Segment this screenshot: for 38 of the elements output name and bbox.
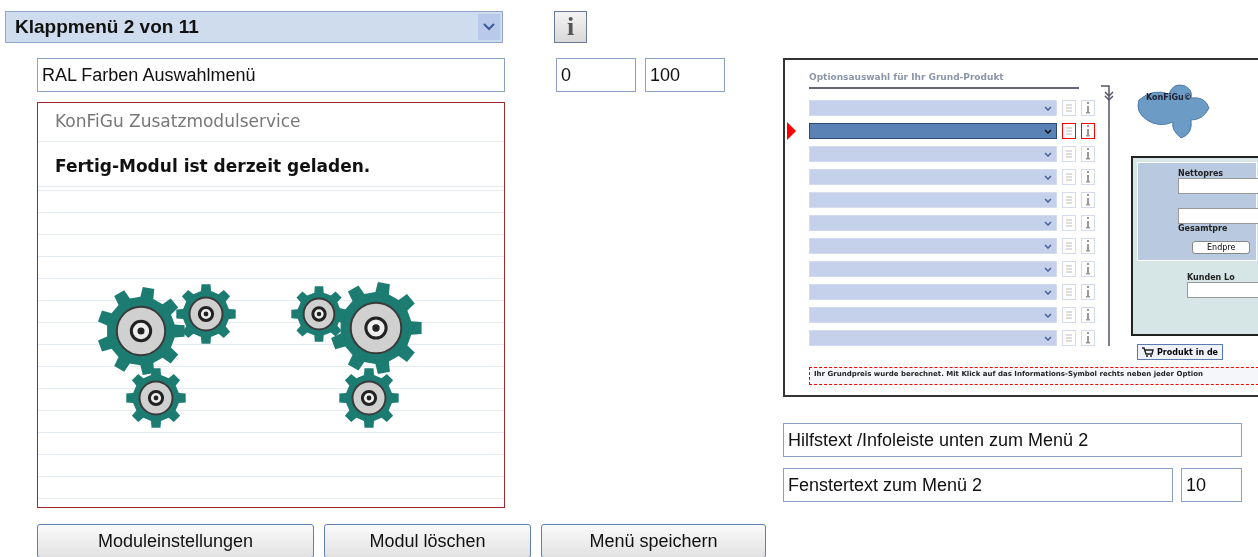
action-button[interactable]: Menü speichern — [541, 524, 766, 557]
chevron-down-icon — [1044, 105, 1052, 111]
info-button[interactable]: i — [554, 11, 587, 43]
total-price-field[interactable] — [1178, 208, 1258, 224]
cart-button[interactable]: Produkt in de — [1137, 344, 1224, 360]
net-price-label: Nettopres — [1178, 169, 1224, 178]
net-price-field[interactable] — [1178, 178, 1258, 194]
triangle-marker-icon — [787, 122, 796, 140]
cart-icon — [1142, 347, 1154, 357]
chevron-down-icon — [1044, 174, 1052, 180]
final-price-button[interactable]: Endpre — [1192, 241, 1251, 254]
action-button[interactable]: Modul löschen — [324, 524, 531, 557]
customer-field[interactable] — [1187, 282, 1258, 298]
range-max-field[interactable]: 100 — [645, 58, 725, 92]
range-min-field[interactable]: 0 — [556, 58, 636, 92]
chevron-down-icon — [1044, 266, 1052, 272]
customer-label: Kunden Lo — [1187, 273, 1236, 282]
chevron-down-icon — [1044, 197, 1052, 203]
menu-name-field[interactable]: RAL Farben Auswahlmenü — [37, 58, 505, 92]
chevron-down-icon — [1044, 128, 1052, 134]
chevron-down-icon — [1044, 151, 1052, 157]
window-text-field[interactable]: Fenstertext zum Menü 2 — [783, 468, 1173, 502]
total-price-label: Gesamtpre — [1178, 224, 1228, 233]
chevron-down-icon — [1044, 335, 1052, 341]
action-button[interactable]: Moduleinstellungen — [37, 524, 314, 557]
preview-title: Optionsauswahl für Ihr Grund-Produkt — [809, 72, 1005, 82]
option-dropdown[interactable] — [809, 123, 1057, 139]
window-size-field[interactable]: 10 — [1181, 468, 1242, 502]
chevron-down-icon — [1044, 243, 1052, 249]
chevron-down-icon — [1044, 312, 1052, 318]
chevron-down-icon — [478, 14, 500, 40]
menu-select[interactable]: Klappmenü 2 von 11 — [5, 11, 503, 43]
chevron-down-icon — [1044, 289, 1052, 295]
list-icon[interactable] — [1062, 123, 1076, 139]
help-text-field[interactable]: Hilfstext /Infoleiste unten zum Menü 2 — [783, 423, 1242, 457]
logo-text: KonFiGu© — [1146, 93, 1192, 102]
info-icon[interactable] — [1081, 123, 1095, 139]
chevron-down-icon — [1044, 220, 1052, 226]
